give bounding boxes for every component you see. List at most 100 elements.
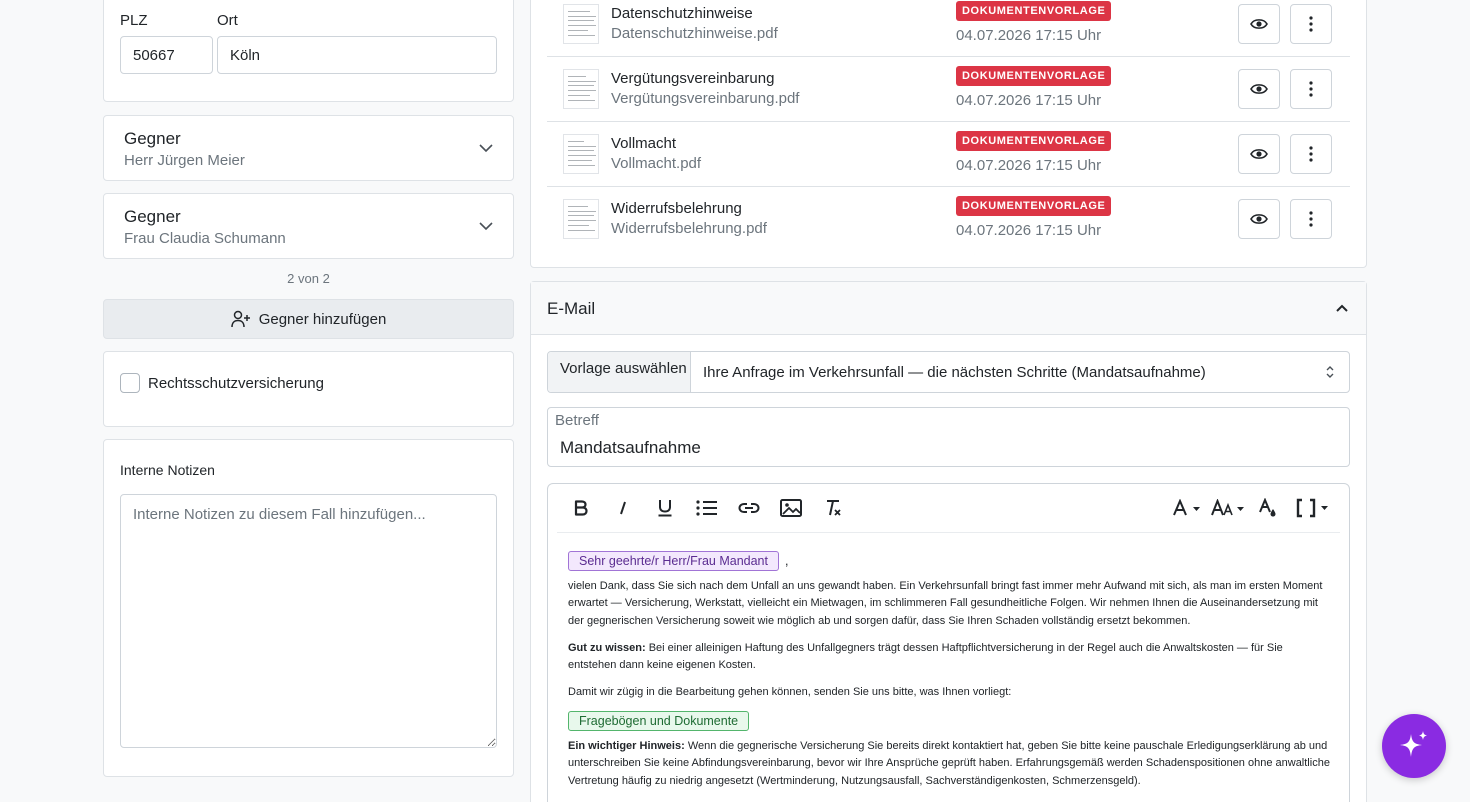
font-icon — [1173, 499, 1200, 516]
body-bold-lead: Ein wichtiger Hinweis: — [568, 739, 685, 752]
preview-button[interactable] — [1238, 134, 1280, 174]
user-plus-icon — [230, 310, 250, 328]
body-paragraph: Gut zu wissen: Bei einer alleinigen Haft… — [568, 640, 1332, 675]
opponent-title: Gegner — [124, 129, 181, 148]
text-color-button[interactable] — [1258, 492, 1280, 524]
image-button[interactable] — [778, 492, 804, 524]
pdf-thumbnail[interactable] — [563, 199, 599, 239]
preview-button[interactable] — [1238, 199, 1280, 239]
body-text: Bei einer alleinigen Haftung des Unfallg… — [568, 641, 1283, 672]
more-options-button[interactable] — [1290, 199, 1332, 239]
font-size-dropdown[interactable] — [1211, 492, 1247, 524]
more-options-button[interactable] — [1290, 134, 1332, 174]
more-options-button[interactable] — [1290, 69, 1332, 109]
kebab-menu-icon — [1309, 211, 1313, 227]
add-opponent-button[interactable]: Gegner hinzufügen — [103, 299, 514, 339]
document-name[interactable]: Widerrufsbelehrung — [611, 200, 742, 217]
list-item: Widerrufsbelehrung Widerrufsbelehrung.pd… — [547, 187, 1350, 252]
bold-icon — [574, 500, 588, 516]
color-drop-icon — [1259, 498, 1276, 517]
underline-button[interactable] — [652, 492, 678, 524]
font-size-icon — [1211, 499, 1244, 516]
forms-placeholder-chip[interactable]: Fragebögen und Dokumente — [568, 711, 750, 731]
notes-textarea[interactable] — [120, 494, 497, 748]
template-select[interactable]: Ihre Anfrage im Verkehrsunfall — die näc… — [703, 364, 1206, 381]
template-label: Vorlage auswählen — [560, 360, 687, 377]
document-filename: Datenschutzhinweise.pdf — [611, 25, 778, 42]
kebab-menu-icon — [1309, 81, 1313, 97]
template-select-group: Vorlage auswählen Ihre Anfrage im Verkeh… — [547, 351, 1350, 393]
kebab-menu-icon — [1309, 146, 1313, 162]
ai-assistant-button[interactable] — [1382, 714, 1446, 778]
body-paragraph: Damit wir zügig in die Bearbeitung gehen… — [568, 686, 1012, 698]
email-section-header[interactable]: E-Mail — [531, 282, 1366, 335]
bold-button[interactable] — [568, 492, 594, 524]
salutation-placeholder-chip[interactable]: Sehr geehrte/r Herr/Frau Mandant — [568, 551, 779, 571]
document-name[interactable]: Vollmacht — [611, 135, 676, 152]
document-filename: Vollmacht.pdf — [611, 155, 702, 172]
pdf-thumbnail[interactable] — [563, 69, 599, 109]
sparkle-icon — [1400, 731, 1427, 757]
email-body-editor[interactable]: Sehr geehrte/r Herr/Frau Mandant, vielen… — [568, 546, 1332, 800]
eye-icon — [1250, 84, 1268, 94]
template-badge: DOKUMENTENVORLAGE — [956, 1, 1112, 21]
body-paragraph: vielen Dank, dass Sie sich nach dem Unfa… — [568, 579, 1323, 627]
chevron-up-icon[interactable] — [1335, 302, 1349, 314]
document-name[interactable]: Vergütungsvereinbarung — [611, 70, 774, 87]
opponent-name: Herr Jürgen Meier — [124, 152, 245, 169]
pdf-thumbnail[interactable] — [563, 4, 599, 44]
template-badge: DOKUMENTENVORLAGE — [956, 196, 1112, 216]
italic-icon — [620, 501, 626, 515]
document-date: 04.07.2026 17:15 Uhr — [956, 92, 1102, 109]
template-badge: DOKUMENTENVORLAGE — [956, 131, 1112, 151]
ort-label: Ort — [217, 12, 238, 29]
placeholder-dropdown[interactable] — [1296, 492, 1330, 524]
eye-icon — [1250, 149, 1268, 159]
body-bold-lead: Gut zu wissen: — [568, 641, 646, 654]
legal-insurance-checkbox[interactable] — [120, 373, 140, 393]
list-icon — [696, 500, 717, 516]
kebab-menu-icon — [1309, 16, 1313, 32]
more-options-button[interactable] — [1290, 4, 1332, 44]
plz-input[interactable]: 50667 — [120, 36, 213, 74]
font-color-dropdown[interactable] — [1172, 492, 1204, 524]
document-date: 04.07.2026 17:15 Uhr — [956, 222, 1102, 239]
document-filename: Widerrufsbelehrung.pdf — [611, 220, 767, 237]
ort-input[interactable]: Köln — [217, 36, 497, 74]
link-icon — [738, 503, 760, 513]
body-paragraph: Ein wichtiger Hinweis: Wenn die gegneris… — [568, 738, 1332, 791]
list-item: Vergütungsvereinbarung Vergütungsvereinb… — [547, 57, 1350, 122]
select-arrows-icon[interactable] — [1325, 365, 1335, 379]
document-date: 04.07.2026 17:15 Uhr — [956, 27, 1102, 44]
opponent-title: Gegner — [124, 207, 181, 226]
clear-format-button[interactable] — [820, 492, 846, 524]
bullet-list-button[interactable] — [694, 492, 720, 524]
preview-button[interactable] — [1238, 69, 1280, 109]
eye-icon — [1250, 214, 1268, 224]
image-icon — [780, 499, 802, 517]
opponent-accordion-2[interactable]: Gegner Frau Claudia Schumann — [103, 193, 514, 259]
document-date: 04.07.2026 17:15 Uhr — [956, 157, 1102, 174]
legal-insurance-label[interactable]: Rechtsschutzversicherung — [148, 375, 324, 392]
plz-label: PLZ — [120, 12, 148, 29]
notes-label: Interne Notizen — [120, 462, 215, 478]
document-name[interactable]: Datenschutzhinweise — [611, 5, 753, 22]
document-filename: Vergütungsvereinbarung.pdf — [611, 90, 800, 107]
chevron-down-icon[interactable] — [477, 217, 495, 235]
opponent-accordion-1[interactable]: Gegner Herr Jürgen Meier — [103, 115, 514, 181]
subject-label: Betreff — [555, 412, 599, 429]
subject-field[interactable]: Betreff Mandatsaufnahme — [547, 407, 1350, 467]
chevron-down-icon[interactable] — [477, 139, 495, 157]
list-item: Datenschutzhinweise Datenschutzhinweise.… — [547, 0, 1350, 57]
subject-input[interactable]: Mandatsaufnahme — [560, 438, 701, 458]
link-button[interactable] — [736, 492, 762, 524]
list-item: Vollmacht Vollmacht.pdf DOKUMENTENVORLAG… — [547, 122, 1350, 187]
preview-button[interactable] — [1238, 4, 1280, 44]
eye-icon — [1250, 19, 1268, 29]
underline-icon — [658, 500, 672, 517]
add-opponent-label: Gegner hinzufügen — [258, 310, 387, 328]
italic-button[interactable] — [610, 492, 636, 524]
editor-toolbar-divider — [557, 532, 1340, 533]
clear-format-icon — [827, 500, 841, 516]
pdf-thumbnail[interactable] — [563, 134, 599, 174]
